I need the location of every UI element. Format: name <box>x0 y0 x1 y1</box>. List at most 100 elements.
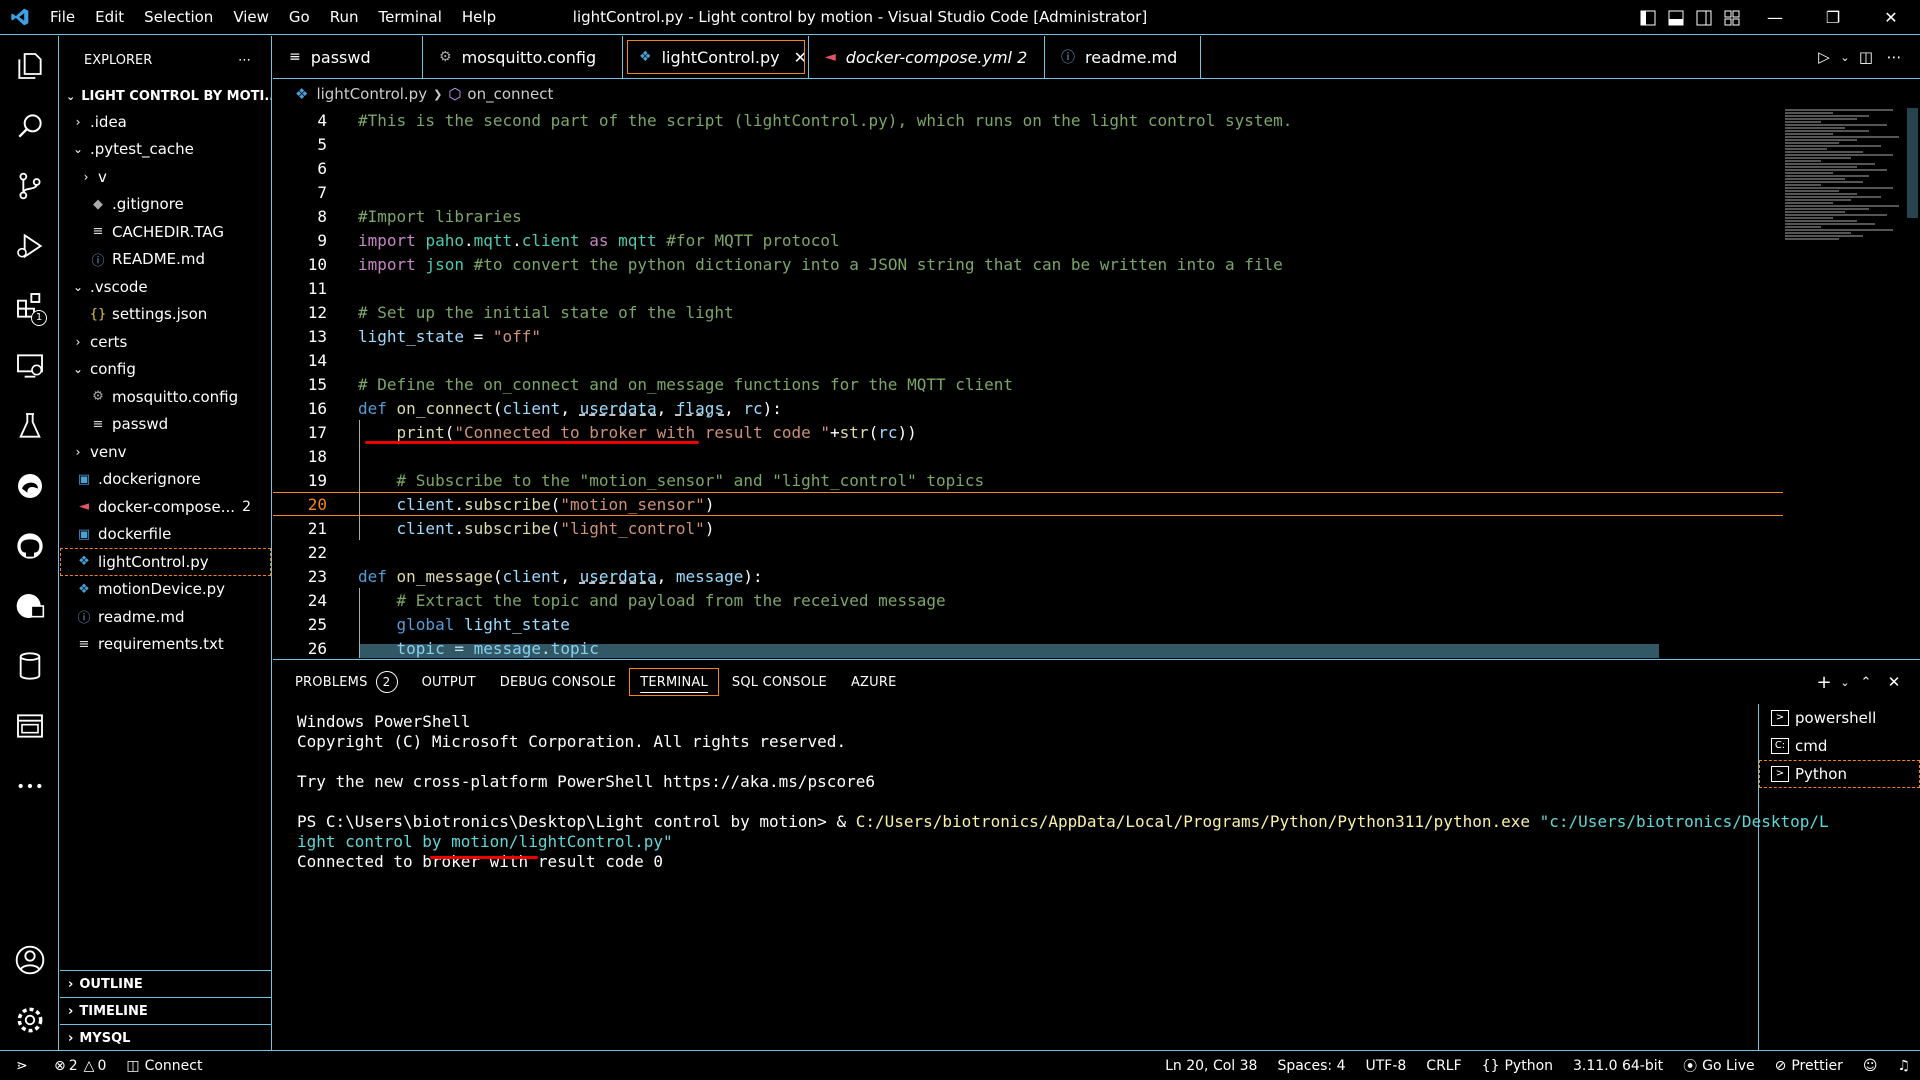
editor-more-actions-icon[interactable]: ⋯ <box>1880 48 1908 66</box>
close-panel-icon[interactable]: ✕ <box>1880 673 1908 691</box>
menu-go[interactable]: Go <box>279 0 320 35</box>
terminal-item-cmd[interactable]: C: cmd <box>1759 732 1920 760</box>
tree-folder[interactable]: › certs <box>60 328 271 356</box>
tab-mosquitto-config[interactable]: ⚙ mosquitto.config <box>423 36 623 78</box>
tab-readme-md[interactable]: ⓘ readme.md <box>1045 36 1201 78</box>
cursor-position[interactable]: Ln 20, Col 38 <box>1155 1058 1267 1074</box>
toggle-panel-icon[interactable] <box>1662 0 1690 35</box>
workspace-folder-header[interactable]: ⌄ LIGHT CONTROL BY MOTI... <box>60 84 271 108</box>
menu-file[interactable]: File <box>40 0 85 35</box>
connect-status[interactable]: ◫ Connect <box>116 1058 212 1074</box>
go-live-button[interactable]: ⦿ Go Live <box>1673 1056 1764 1076</box>
tree-folder[interactable]: › .idea <box>60 108 271 136</box>
breadcrumb-symbol[interactable]: on_connect <box>467 85 553 103</box>
tab-output[interactable]: OUTPUT <box>410 667 488 697</box>
database-icon[interactable] <box>0 636 59 696</box>
problems-status[interactable]: ⊗ 2 △ 0 <box>44 1058 116 1074</box>
explorer-icon[interactable] <box>0 36 59 96</box>
tab-problems[interactable]: PROBLEMS 2 <box>283 667 410 697</box>
menu-help[interactable]: Help <box>452 0 506 35</box>
extensions-icon[interactable]: 1 <box>0 276 59 336</box>
timeline-section[interactable]: › TIMELINE <box>60 997 271 1024</box>
tab-debug-console[interactable]: DEBUG CONSOLE <box>488 667 628 697</box>
feedback-icon[interactable]: ☺ <box>1853 1058 1888 1074</box>
terminal-output[interactable]: Windows PowerShell Copyright (C) Microsof… <box>297 712 1829 872</box>
end-of-line[interactable]: CRLF <box>1416 1058 1471 1074</box>
github-pull-requests-icon[interactable] <box>0 576 59 636</box>
scrollbar-thumb[interactable] <box>1907 108 1918 218</box>
tree-folder[interactable]: › venv <box>60 438 271 466</box>
tab-azure[interactable]: AZURE <box>839 667 909 697</box>
tree-file[interactable]: ≡ passwd <box>60 411 271 439</box>
run-python-file-icon[interactable]: ▷ <box>1810 48 1838 66</box>
horizontal-scrollbar[interactable] <box>359 644 1659 658</box>
tab-sql-console[interactable]: SQL CONSOLE <box>720 667 839 697</box>
close-window-button[interactable]: ✕ <box>1862 0 1920 35</box>
tree-file[interactable]: ▣ .dockerignore <box>60 466 271 494</box>
remote-explorer-icon[interactable] <box>0 336 59 396</box>
tab-docker-compose[interactable]: ◄ docker-compose.yml 2 <box>809 36 1045 78</box>
tree-file[interactable]: {} settings.json <box>60 301 271 329</box>
tree-file[interactable]: ❖ lightControl.py <box>60 548 271 576</box>
run-and-debug-icon[interactable] <box>0 216 59 276</box>
tree-file[interactable]: ⓘ README.md <box>60 246 271 274</box>
tree-folder[interactable]: › v <box>60 163 271 191</box>
chevron-down-icon[interactable]: ⌄ <box>1838 51 1852 64</box>
tree-file[interactable]: ◆ .gitignore <box>60 191 271 219</box>
outline-section[interactable]: › OUTLINE <box>60 970 271 997</box>
encoding[interactable]: UTF-8 <box>1355 1058 1416 1074</box>
menu-edit[interactable]: Edit <box>85 0 134 35</box>
testing-icon[interactable] <box>0 396 59 456</box>
chevron-down-icon[interactable]: ⌄ <box>1838 676 1852 689</box>
tree-folder[interactable]: ⌄ config <box>60 356 271 384</box>
tree-folder[interactable]: ⌄ .pytest_cache <box>60 136 271 164</box>
terminal-item-powershell[interactable]: > powershell <box>1759 704 1920 732</box>
breadcrumb-file[interactable]: lightControl.py <box>316 85 427 103</box>
minimap[interactable] <box>1785 108 1905 328</box>
remote-indicator-icon[interactable]: ⋗ <box>0 1058 44 1074</box>
tree-file[interactable]: ⓘ readme.md <box>60 603 271 631</box>
manage-gear-icon[interactable] <box>0 990 59 1050</box>
tree-file[interactable]: ◄ docker-compose... 2 <box>60 493 271 521</box>
tab-terminal[interactable]: TERMINAL <box>628 667 720 697</box>
source-control-icon[interactable] <box>0 156 59 216</box>
split-editor-icon[interactable]: ◫ <box>1852 48 1880 66</box>
tab-passwd[interactable]: ≡ passwd <box>273 36 423 78</box>
tree-folder[interactable]: ⌄ .vscode <box>60 273 271 301</box>
explorer-more-icon[interactable]: ⋯ <box>238 53 251 68</box>
code-editor[interactable]: 4 #This is the second part of the script … <box>273 108 1920 658</box>
customize-layout-icon[interactable] <box>1718 0 1746 35</box>
minimize-button[interactable]: — <box>1746 0 1804 35</box>
menu-run[interactable]: Run <box>320 0 369 35</box>
tree-file[interactable]: ≡ requirements.txt <box>60 631 271 659</box>
menu-view[interactable]: View <box>223 0 279 35</box>
menu-selection[interactable]: Selection <box>134 0 223 35</box>
restore-button[interactable]: ❐ <box>1804 0 1862 35</box>
tree-file[interactable]: ▣ dockerfile <box>60 521 271 549</box>
toggle-secondary-sidebar-icon[interactable] <box>1690 0 1718 35</box>
indentation[interactable]: Spaces: 4 <box>1267 1058 1355 1074</box>
python-interpreter[interactable]: 3.11.0 64-bit <box>1563 1058 1673 1074</box>
vertical-scrollbar[interactable] <box>1905 108 1920 658</box>
maximize-panel-icon[interactable]: ⌃ <box>1852 675 1880 690</box>
close-tab-icon[interactable]: ✕ <box>794 48 807 67</box>
more-views-icon[interactable] <box>0 756 59 816</box>
toggle-primary-sidebar-icon[interactable] <box>1634 0 1662 35</box>
tree-file[interactable]: ❖ motionDevice.py <box>60 576 271 604</box>
edge-devtools-icon[interactable] <box>0 456 59 516</box>
docker-explorer-icon[interactable] <box>0 696 59 756</box>
new-terminal-icon[interactable]: + <box>1810 672 1838 693</box>
tab-lightcontrol-py[interactable]: ❖ lightControl.py ✕ <box>623 36 809 78</box>
menu-terminal[interactable]: Terminal <box>369 0 452 35</box>
search-icon[interactable] <box>0 96 59 156</box>
github-icon[interactable] <box>0 516 59 576</box>
mysql-section[interactable]: › MYSQL <box>60 1024 271 1051</box>
tree-file[interactable]: ≡ CACHEDIR.TAG <box>60 218 271 246</box>
notifications-bell-icon[interactable]: ♫ <box>1887 1058 1920 1074</box>
terminal-item-python[interactable]: > Python <box>1759 760 1920 788</box>
language-mode[interactable]: {} Python <box>1472 1058 1563 1074</box>
prettier-status[interactable]: ⊘ Prettier <box>1765 1058 1853 1074</box>
tree-file[interactable]: ⚙ mosquitto.config <box>60 383 271 411</box>
tree-item-label: .pytest_cache <box>90 140 194 159</box>
accounts-icon[interactable] <box>0 930 59 990</box>
